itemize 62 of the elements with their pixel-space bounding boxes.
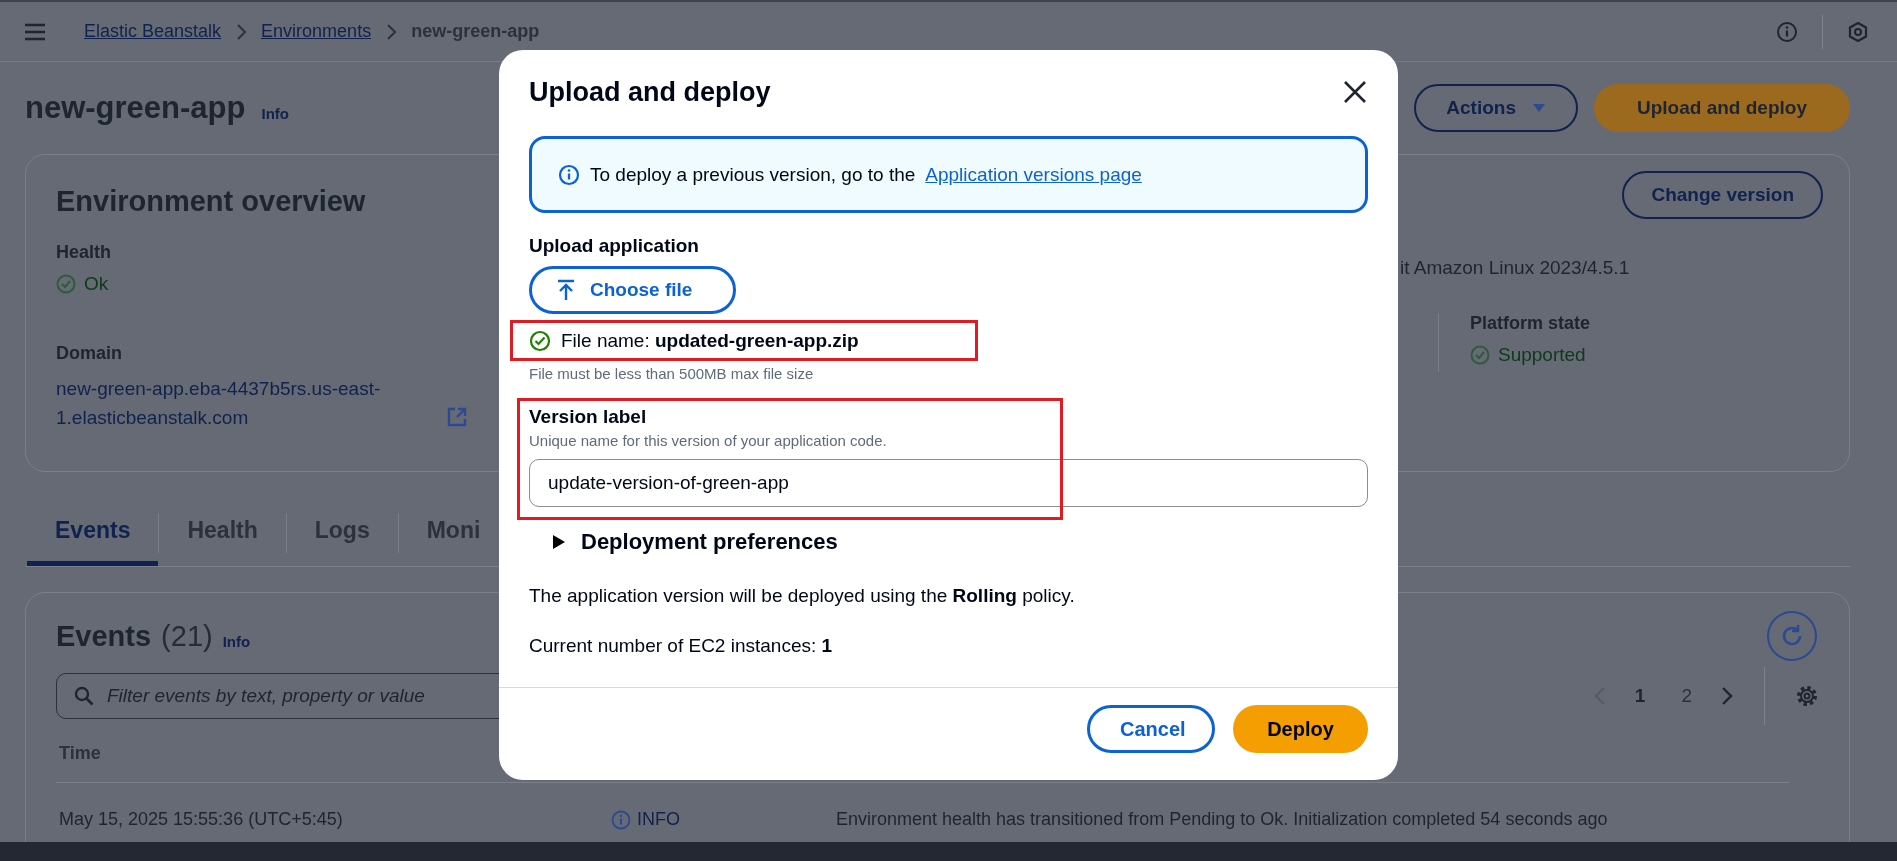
file-name: File name: updated-green-app.zip <box>561 329 859 352</box>
settings-icon[interactable] <box>1795 684 1819 708</box>
check-circle-icon <box>1470 345 1490 365</box>
page-number[interactable]: 1 <box>1626 685 1654 707</box>
info-icon <box>558 163 580 186</box>
actions-button[interactable]: Actions <box>1414 84 1578 132</box>
close-icon[interactable] <box>1342 79 1368 105</box>
info-link[interactable]: Info <box>261 104 289 122</box>
alert-text: To deploy a previous version, go to the <box>590 163 916 186</box>
breadcrumb-link[interactable]: Elastic Beanstalk <box>84 21 222 42</box>
info-icon <box>611 809 631 830</box>
search-icon <box>74 686 94 706</box>
choose-file-button[interactable]: Choose file <box>529 266 736 314</box>
file-size-hint: File must be less than 500MB max file size <box>529 365 815 382</box>
deploy-button[interactable]: Deploy <box>1233 705 1368 753</box>
hexagon-icon[interactable] <box>1847 20 1869 43</box>
external-link-icon[interactable] <box>447 407 468 427</box>
platform-state-status: Supported <box>1498 344 1586 366</box>
page-number[interactable]: 2 <box>1673 685 1700 707</box>
caret-down-icon <box>1532 103 1546 113</box>
field-label: Domain <box>56 343 123 364</box>
menu-icon[interactable] <box>24 22 46 41</box>
instances-text: Current number of EC2 instances: 1 <box>529 635 834 657</box>
refresh-button[interactable] <box>1767 611 1817 661</box>
event-count: (21) <box>161 619 213 653</box>
table-cell-text: May 15, 2025 15:55:36 (UTC+5:45) <box>59 809 344 830</box>
chevron-right-icon[interactable] <box>1720 686 1734 706</box>
table-cell: INFO <box>637 809 680 830</box>
platform-value: it Amazon Linux 2023/4.5.1 <box>1400 257 1630 279</box>
chevron-right-icon <box>235 22 248 41</box>
field-label: Version label <box>529 406 648 428</box>
table-cell-text: Environment health has transitioned from Pending to Ok. Initialization completed 54 seconds ago <box>836 809 1609 830</box>
domain-link[interactable]: new-green-app.eba-4437b5rs.us-east-1.elasticbeanstalk.com <box>56 374 436 432</box>
cancel-button[interactable]: Cancel <box>1087 705 1215 753</box>
chevron-right-icon <box>385 22 398 41</box>
card-title: Environment overview <box>56 185 367 218</box>
page-title: new-green-app <box>25 90 246 126</box>
version-label-field[interactable]: update-version-of-green-app <box>529 459 1368 507</box>
section-label: Upload application <box>529 235 700 257</box>
change-version-button[interactable]: Change version <box>1622 171 1823 219</box>
column-header: Time <box>59 743 101 763</box>
field-label: Platform state <box>1470 313 1591 334</box>
application-versions-link[interactable]: Application versions page <box>925 163 1142 186</box>
policy-text: The application version will be deployed using the Rolling policy. <box>529 585 1076 607</box>
caret-icon <box>551 533 567 551</box>
info-icon[interactable] <box>1776 20 1798 43</box>
info-link[interactable]: Info <box>222 632 251 650</box>
upload-and-deploy-button[interactable]: Upload and deploy <box>1594 84 1850 132</box>
upload-icon <box>556 279 576 301</box>
tab[interactable]: Logs <box>286 500 398 566</box>
check-circle-icon <box>529 329 551 352</box>
breadcrumb-current: new-green-app <box>411 21 540 42</box>
breadcrumb-link[interactable]: Environments <box>261 21 372 42</box>
dialog-title: Upload and deploy <box>529 76 771 108</box>
field-description: Unique name for this version of your application code. <box>529 432 888 449</box>
health-status: Ok <box>84 273 109 295</box>
check-circle-icon <box>56 274 76 294</box>
tab[interactable]: Events <box>27 500 159 566</box>
deployment-preferences-toggle[interactable]: Deployment preferences <box>551 529 838 555</box>
card-title: Events <box>56 619 152 653</box>
field-label: Health <box>56 242 112 263</box>
tab[interactable]: Health <box>159 500 286 566</box>
